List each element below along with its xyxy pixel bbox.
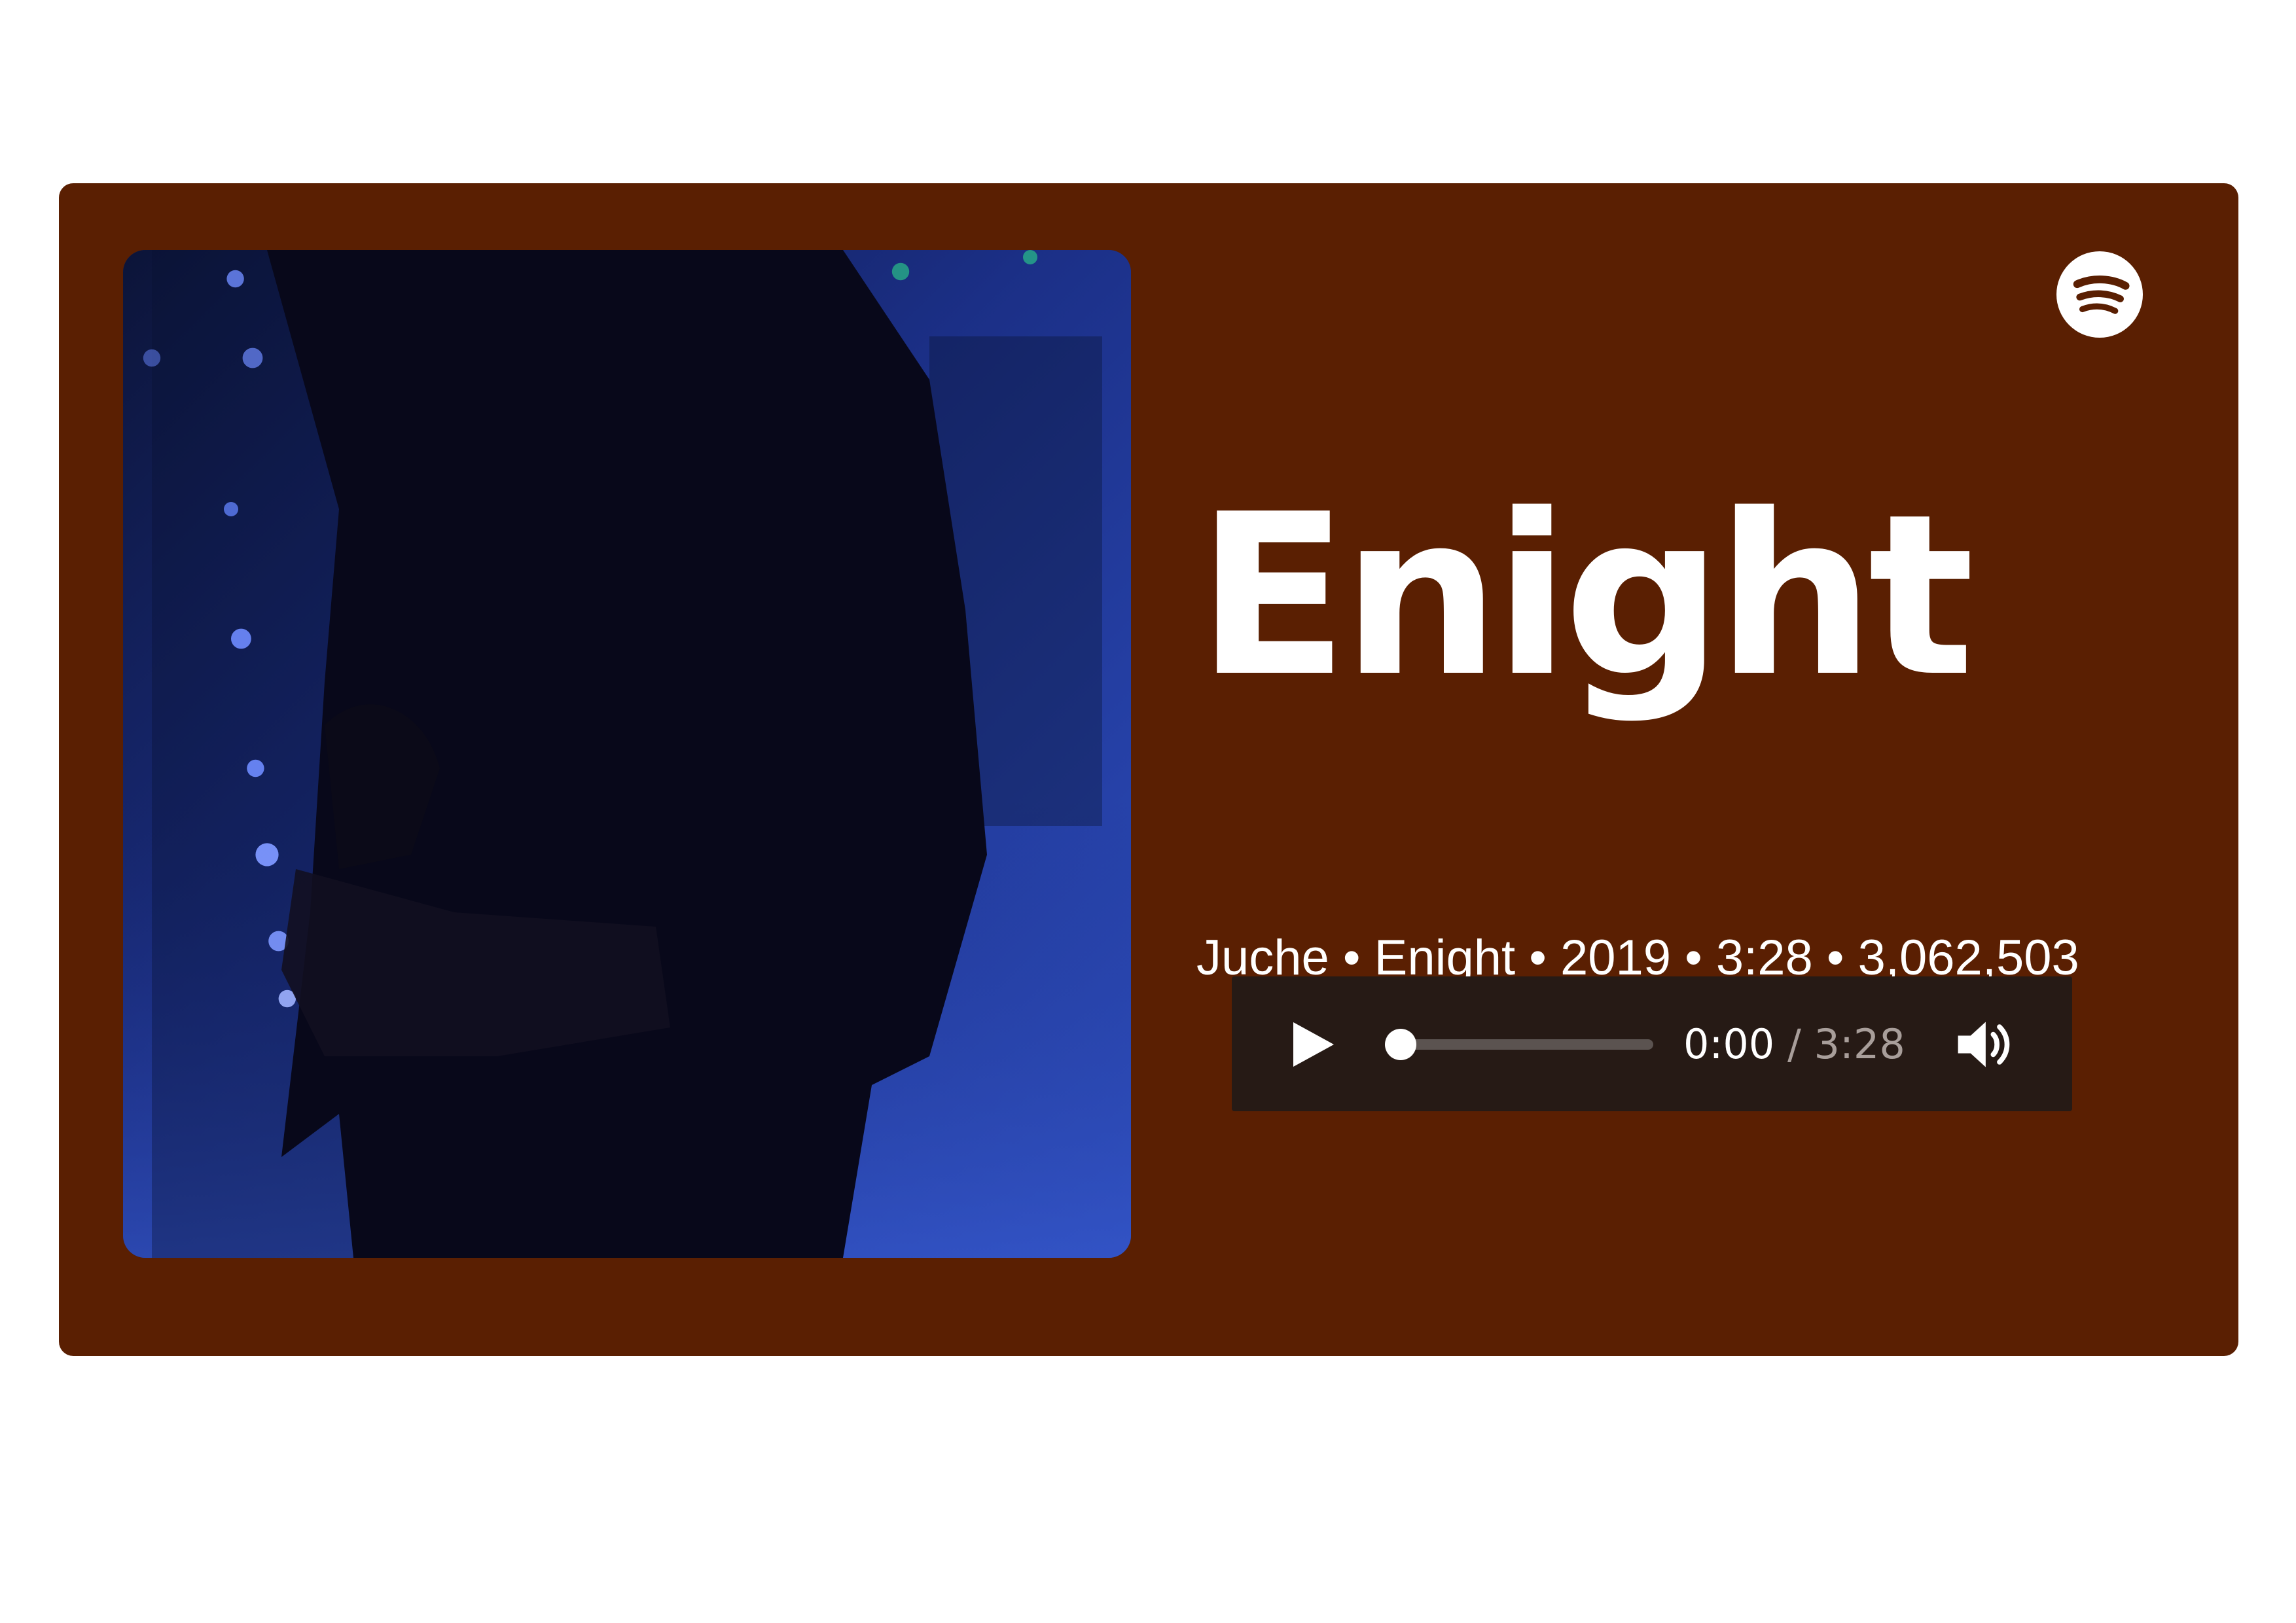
time-display: 0:00 / 3:28: [1683, 1022, 1905, 1067]
volume-icon[interactable]: [1952, 1013, 2015, 1076]
play-icon[interactable]: [1284, 1018, 1339, 1071]
seek-thumb[interactable]: [1385, 1029, 1416, 1060]
track-title: Enight: [1196, 467, 1975, 726]
seek-slider[interactable]: [1385, 1029, 1653, 1060]
spotify-logo-icon: [2056, 251, 2143, 338]
audio-player: 0:00 / 3:28: [1232, 976, 2072, 1111]
current-time: 0:00: [1683, 1020, 1775, 1068]
total-time: 3:28: [1814, 1020, 1905, 1068]
album-cover-image: [123, 250, 1131, 1258]
track-card: Enight Juche • Enight • 2019 • 3:28 • 3,…: [59, 183, 2238, 1356]
seek-track: [1385, 1039, 1653, 1050]
time-separator: /: [1774, 1020, 1814, 1068]
